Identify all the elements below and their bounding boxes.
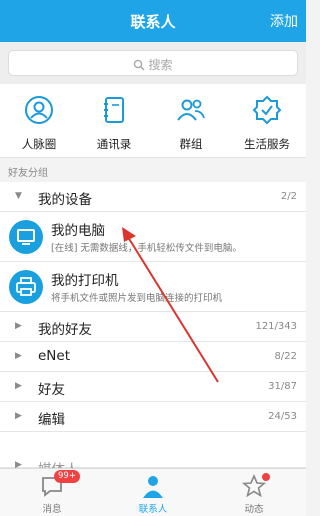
quick-action-label: 人脉圈 [21, 137, 57, 151]
quick-action-label: 生活服务 [244, 137, 290, 151]
group-name: 好友 [38, 382, 65, 398]
device-name: 我的打印机 [51, 273, 119, 289]
notification-dot [262, 473, 270, 481]
quick-actions: 人脉圈 通讯录 群组 生活服务 [0, 84, 306, 158]
device-my-computer[interactable]: 我的电脑 [在线] 无需数据线，手机轻松传文件到电脑。 [0, 212, 306, 262]
app-header: 联系人 添加 [0, 0, 306, 42]
service-badge-icon [252, 95, 282, 125]
group-my-devices[interactable]: ▼ 我的设备 2/2 [0, 182, 306, 212]
quick-action-label: 群组 [179, 137, 203, 151]
unread-badge: 99+ [54, 470, 80, 483]
quick-action-life-services[interactable]: 生活服务 [229, 94, 305, 152]
tab-label: 消息 [42, 504, 62, 515]
search-input[interactable]: 搜索 [8, 50, 298, 76]
tab-messages[interactable]: 99+ 消息 [12, 470, 92, 515]
group-count: 31/87 [268, 381, 297, 392]
group-count: 2/2 [280, 191, 297, 202]
tab-dynamics[interactable]: 动态 [214, 473, 294, 515]
group-icon [177, 99, 205, 121]
group-editor[interactable]: ▶ 编辑 24/53 [0, 402, 306, 432]
search-placeholder: 搜索 [148, 58, 173, 72]
quick-action-contacts-circle[interactable]: 人脉圈 [1, 94, 77, 152]
caret-right-icon: ▶ [15, 411, 22, 421]
group-name: 我的好友 [38, 322, 92, 338]
group-name: 我的设备 [38, 192, 92, 208]
quick-action-label: 通讯录 [96, 137, 132, 151]
device-my-printer[interactable]: 我的打印机 将手机文件或照片发到电脑连接的打印机 [0, 262, 306, 312]
group-count: 8/22 [274, 351, 297, 362]
device-description: 将手机文件或照片发到电脑连接的打印机 [51, 293, 223, 304]
group-enet[interactable]: ▶ eNet 8/22 [0, 342, 306, 372]
group-count: 121/343 [255, 321, 297, 332]
device-name: 我的电脑 [51, 223, 105, 239]
group-friends[interactable]: ▶ 好友 31/87 [0, 372, 306, 402]
computer-icon [9, 220, 43, 254]
bottom-tab-bar: 99+ 消息 联系人 动态 [0, 468, 306, 516]
caret-right-icon: ▶ [15, 381, 22, 391]
search-bar: 搜索 [0, 42, 306, 84]
quick-action-groups[interactable]: 群组 [153, 94, 229, 152]
tab-label: 联系人 [138, 504, 168, 515]
printer-icon [9, 270, 43, 304]
group-count: 24/53 [268, 411, 297, 422]
device-description: [在线] 无需数据线，手机轻松传文件到电脑。 [51, 243, 242, 254]
add-button[interactable]: 添加 [270, 11, 298, 31]
tab-label: 动态 [244, 504, 264, 515]
address-book-icon [104, 97, 124, 123]
caret-down-icon: ▼ [15, 191, 22, 201]
page-title: 联系人 [130, 13, 176, 31]
section-label: 好友分组 [0, 158, 306, 182]
group-name: 编辑 [38, 412, 65, 428]
caret-right-icon: ▶ [15, 321, 22, 331]
caret-right-icon: ▶ [15, 351, 22, 361]
quick-action-address-book[interactable]: 通讯录 [76, 94, 152, 152]
search-icon [134, 59, 146, 71]
person-circle-icon [25, 96, 53, 124]
group-name: eNet [38, 348, 71, 364]
contact-person-icon [143, 476, 163, 498]
tab-contacts[interactable]: 联系人 [113, 473, 193, 515]
group-my-friends[interactable]: ▶ 我的好友 121/343 [0, 312, 306, 342]
